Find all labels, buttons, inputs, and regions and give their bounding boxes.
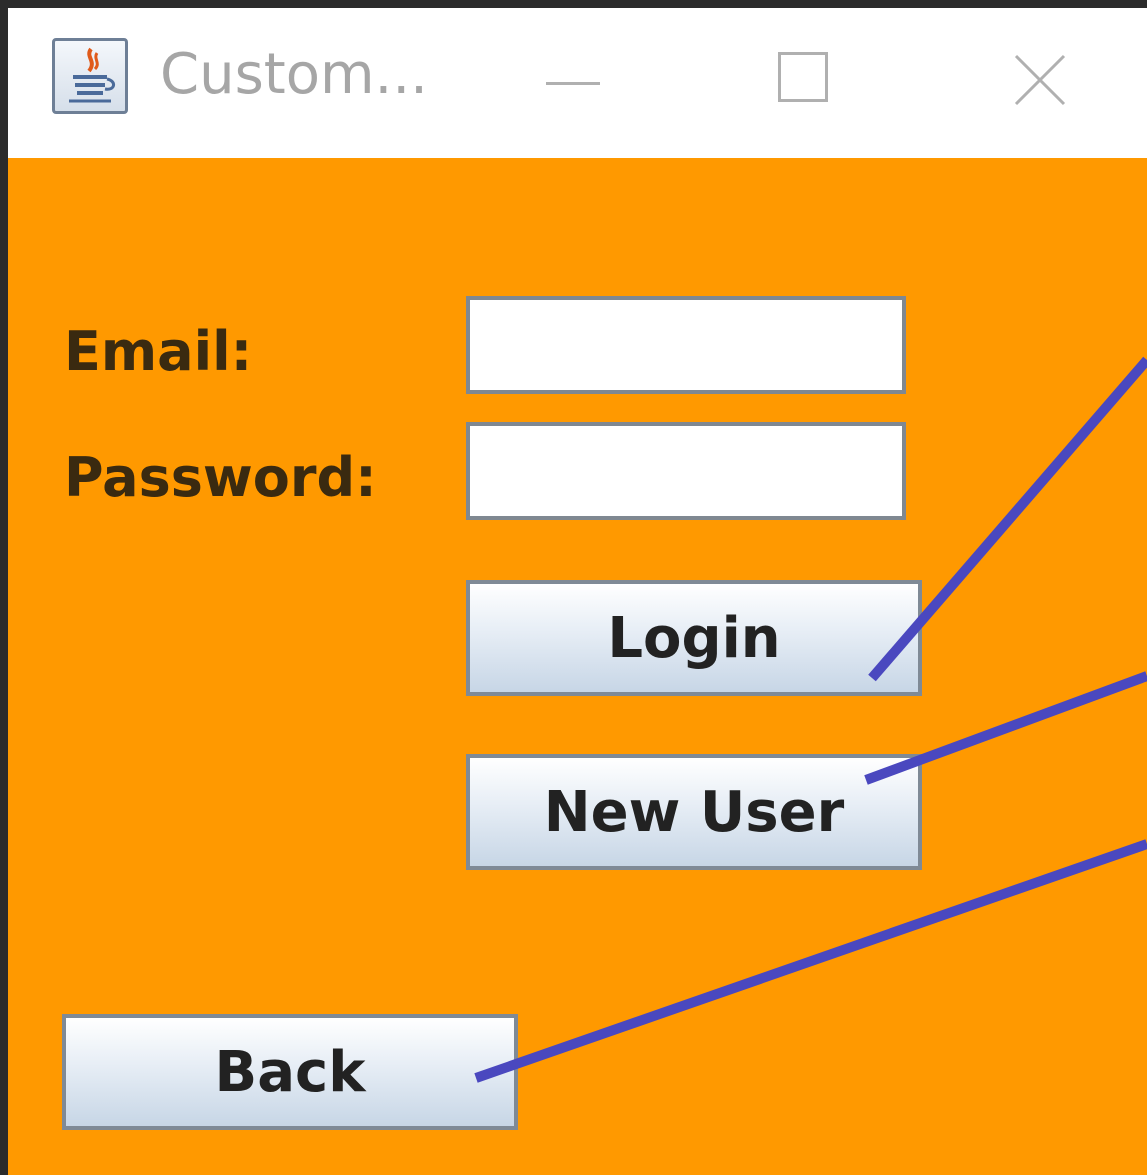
minimize-icon[interactable] (546, 82, 600, 85)
maximize-icon[interactable] (778, 52, 828, 102)
window-title: Custom... (160, 42, 428, 107)
app-window: Custom... Email: Password: Login New Use… (8, 8, 1147, 1175)
login-button[interactable]: Login (466, 580, 922, 696)
email-field[interactable] (466, 296, 906, 394)
title-bar: Custom... (8, 8, 1147, 158)
new-user-button[interactable]: New User (466, 754, 922, 870)
password-label: Password: (64, 446, 377, 509)
close-icon[interactable] (1008, 48, 1072, 112)
email-label: Email: (64, 320, 253, 383)
java-app-icon (52, 38, 128, 114)
back-button[interactable]: Back (62, 1014, 518, 1130)
password-field[interactable] (466, 422, 906, 520)
